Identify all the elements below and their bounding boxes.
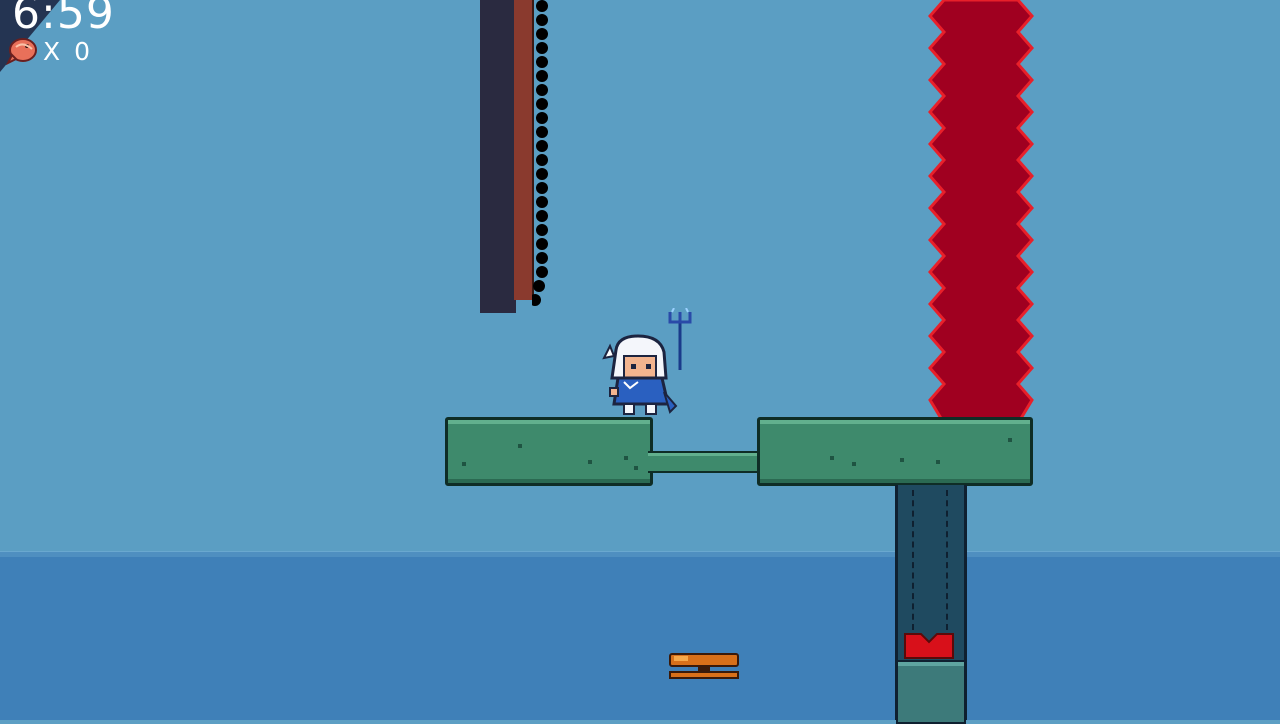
spike-column [532, 0, 548, 306]
column-base [896, 660, 966, 724]
spring-pad [669, 653, 739, 679]
saw-blade-wall [928, 0, 1034, 420]
platform-speckle [830, 456, 834, 460]
sea-background [0, 551, 1280, 720]
connector-bridge [648, 451, 760, 473]
player-character [602, 308, 692, 415]
platform-speckle [852, 462, 856, 466]
level-timer: 6:59 [12, 0, 115, 39]
column-seam [912, 490, 914, 630]
platform-speckle [462, 462, 466, 466]
platform-speckle [900, 458, 904, 462]
hanging-pillar [480, 0, 516, 313]
platform-speckle [1008, 438, 1012, 442]
pillar-rust-strip [514, 0, 534, 300]
platform-speckle [588, 460, 592, 464]
horizon-line [0, 551, 1280, 557]
platform-speckle [624, 456, 628, 460]
platform-speckle [634, 466, 638, 470]
column-seam [946, 490, 948, 630]
platform-speckle [936, 460, 940, 464]
red-switch [904, 633, 954, 659]
collectible-counter: X 0 [43, 37, 93, 66]
platform-speckle [518, 444, 522, 448]
platform-left [445, 417, 653, 486]
platform-right [757, 417, 1033, 486]
shrimp-icon [6, 38, 37, 65]
